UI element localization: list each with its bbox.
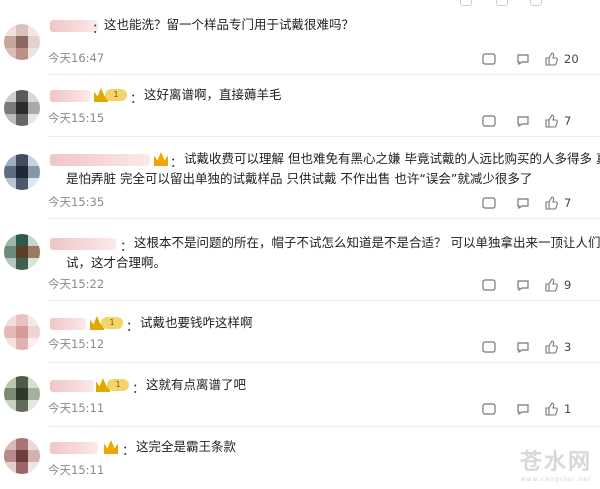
comment-icon[interactable] xyxy=(516,114,530,128)
like-count: 3 xyxy=(564,340,572,354)
comment-actions: 1 xyxy=(482,402,582,418)
comment-icon[interactable] xyxy=(516,402,530,416)
avatar[interactable] xyxy=(4,314,40,350)
comment-actions: 3 xyxy=(482,340,582,356)
avatar[interactable] xyxy=(4,438,40,474)
level-pill: 1 xyxy=(101,317,123,329)
comment-icon[interactable] xyxy=(516,52,530,66)
colon: ： xyxy=(122,444,136,459)
divider xyxy=(48,362,600,363)
comment-icon[interactable] xyxy=(516,340,530,354)
divider xyxy=(48,74,600,75)
crown-icon xyxy=(104,440,118,454)
comment-text: 这根本不是问题的所在，帽子不试怎么知道是不是合适？ 可以单独拿出来一顶让人们去 xyxy=(134,235,600,250)
level-pill: 1 xyxy=(105,89,127,101)
comment-text: 这也能洗？留一个样品专门用于试戴很难吗？ xyxy=(104,17,355,32)
avatar[interactable] xyxy=(4,234,40,270)
share-icon[interactable] xyxy=(482,278,496,292)
comment-text: 试戴也要钱咋这样啊 xyxy=(140,315,253,330)
comment-text-line2: 试，这才合理啊。 xyxy=(66,255,167,270)
share-icon[interactable] xyxy=(482,114,496,128)
colon: ： xyxy=(126,320,140,335)
comment-text-line2: 是怕弄脏 完全可以留出单独的试戴样品 只供试戴 不作出售 也许“误会”就减少很多… xyxy=(66,171,533,186)
like-icon[interactable] xyxy=(544,52,558,66)
username[interactable] xyxy=(50,380,94,392)
like-count: 7 xyxy=(564,114,572,128)
top-strip xyxy=(0,0,600,6)
divider xyxy=(48,218,600,219)
share-icon[interactable] xyxy=(460,0,472,6)
like-icon[interactable] xyxy=(530,0,542,6)
vip-badge: 1 xyxy=(94,88,130,102)
vip-badge: 1 xyxy=(96,378,132,392)
username[interactable] xyxy=(50,442,98,454)
avatar[interactable] xyxy=(4,90,40,126)
comment-text: 这好离谱啊，直接薅羊毛 xyxy=(144,87,282,102)
share-icon[interactable] xyxy=(482,402,496,416)
comment-time: 今天16:47 xyxy=(48,51,105,65)
watermark: 苍水网 www.cangshui.net xyxy=(520,444,592,483)
comment-icon[interactable] xyxy=(496,0,508,6)
like-icon[interactable] xyxy=(544,402,558,416)
username[interactable] xyxy=(50,90,90,102)
share-icon[interactable] xyxy=(482,52,496,66)
like-icon[interactable] xyxy=(544,340,558,354)
comment-actions: 7 xyxy=(482,114,582,130)
like-count: 1 xyxy=(564,402,572,416)
username[interactable] xyxy=(50,154,150,166)
like-icon[interactable] xyxy=(544,196,558,210)
colon: ： xyxy=(132,382,146,397)
divider xyxy=(48,300,600,301)
comment-actions: 20 xyxy=(482,52,582,68)
username[interactable] xyxy=(50,318,86,330)
avatar[interactable] xyxy=(4,24,40,60)
divider xyxy=(48,136,600,137)
share-icon[interactable] xyxy=(482,340,496,354)
crown-icon xyxy=(154,152,168,166)
vip-badge: 1 xyxy=(90,316,126,330)
comment-time: 今天15:22 xyxy=(48,277,105,291)
comment-text: 试戴收费可以理解 但也难免有黑心之嫌 毕竟试戴的人远比购买的人多得多 真 xyxy=(184,151,600,166)
like-icon[interactable] xyxy=(544,278,558,292)
comment-time: 今天15:11 xyxy=(48,401,105,415)
avatar[interactable] xyxy=(4,376,40,412)
colon: ： xyxy=(130,92,144,107)
avatar[interactable] xyxy=(4,154,40,190)
comment-icon[interactable] xyxy=(516,278,530,292)
username[interactable] xyxy=(50,238,116,250)
like-icon[interactable] xyxy=(544,114,558,128)
vip-badge xyxy=(154,152,170,166)
watermark-url: www.cangshui.net xyxy=(520,476,592,483)
comment-icon[interactable] xyxy=(516,196,530,210)
comment-time: 今天15:12 xyxy=(48,337,105,351)
username[interactable] xyxy=(50,20,98,32)
share-icon[interactable] xyxy=(482,196,496,210)
comment-time: 今天15:15 xyxy=(48,111,105,125)
watermark-text: 苍水网 xyxy=(519,450,592,475)
comment-time: 今天15:35 xyxy=(48,195,105,209)
level-pill: 1 xyxy=(107,379,129,391)
comment-actions: 9 xyxy=(482,278,582,294)
comment-actions: 7 xyxy=(482,196,582,212)
like-count: 20 xyxy=(564,52,579,66)
comment-time: 今天15:11 xyxy=(48,463,105,477)
like-count: 9 xyxy=(564,278,572,292)
vip-badge xyxy=(104,440,120,454)
comment-text: 这完全是霸王条款 xyxy=(136,439,237,454)
like-count: 7 xyxy=(564,196,572,210)
divider xyxy=(48,426,600,427)
comment-text: 这就有点离谱了吧 xyxy=(146,377,247,392)
